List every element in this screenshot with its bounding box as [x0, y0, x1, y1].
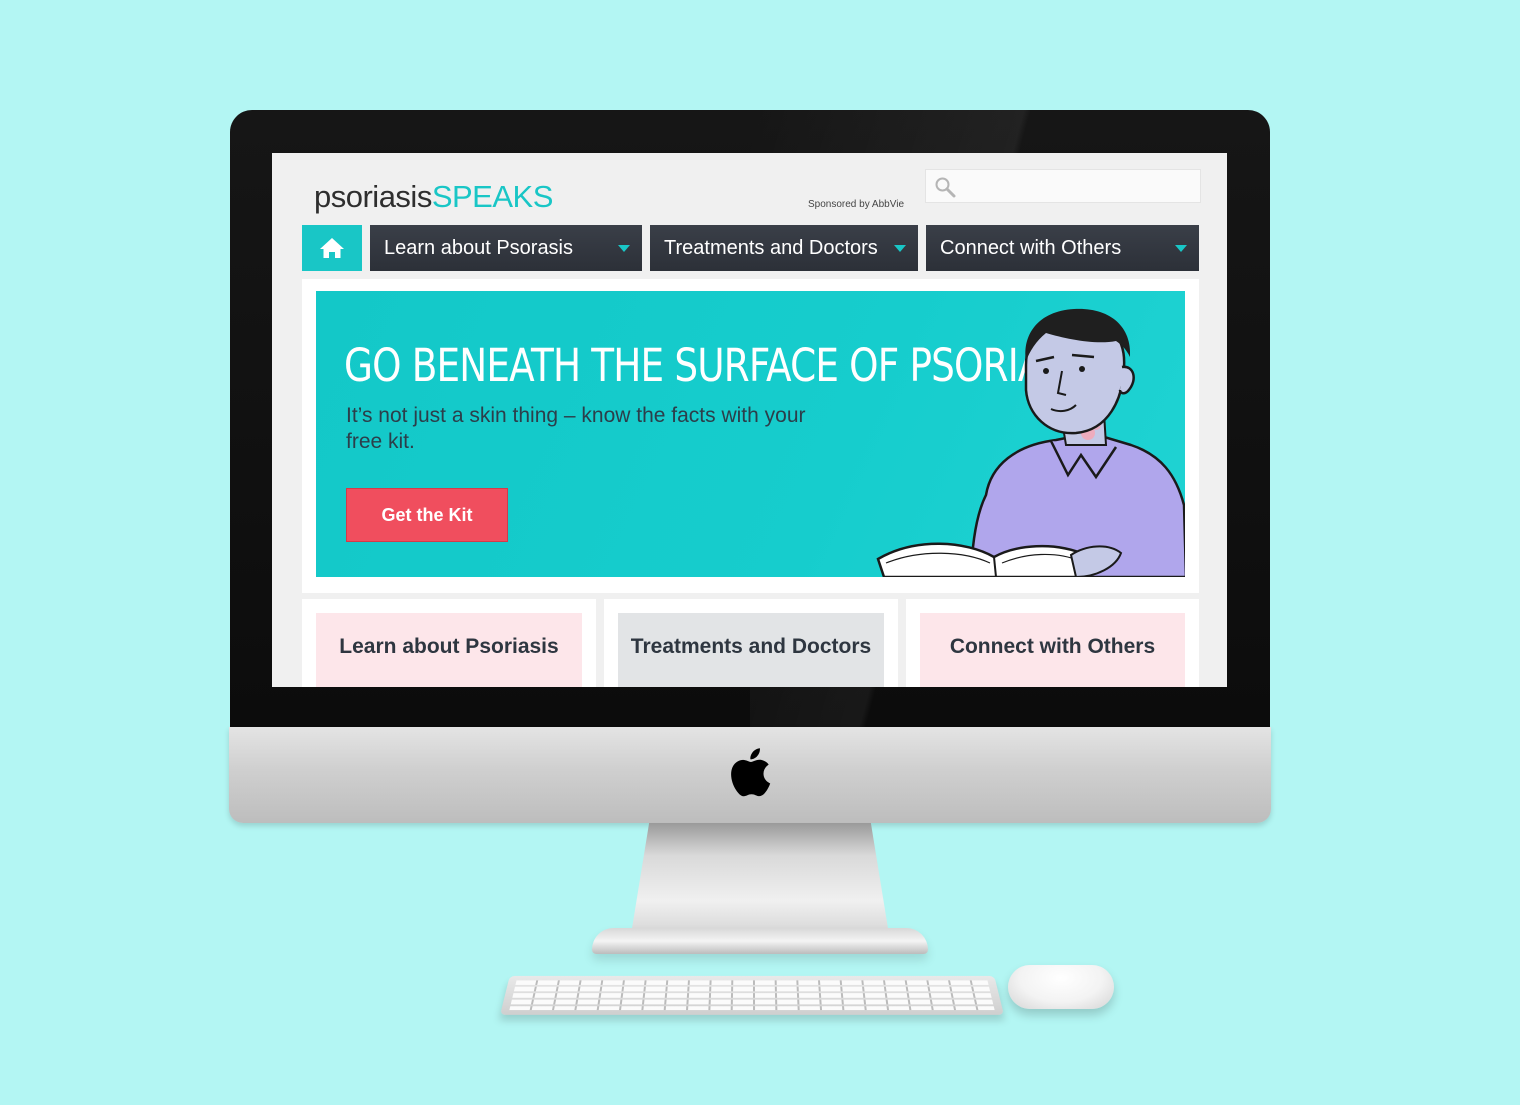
- mouse: [1008, 965, 1114, 1009]
- hero-subtitle: It’s not just a skin thing – know the fa…: [346, 404, 806, 453]
- logo-bold-text: SPEAKS: [431, 179, 554, 214]
- search-input[interactable]: [925, 169, 1201, 203]
- nav-item-connect[interactable]: Connect with Others: [926, 225, 1199, 271]
- home-icon: [320, 238, 344, 258]
- card-container-learn: Learn about Psoriasis: [302, 599, 596, 687]
- chevron-down-icon: [618, 245, 630, 252]
- chevron-down-icon: [894, 245, 906, 252]
- logo-light-text: psoriasis: [314, 179, 432, 214]
- nav-home-button[interactable]: [302, 225, 362, 271]
- apple-logo-icon: [731, 748, 771, 797]
- keyboard: [500, 975, 1004, 1015]
- chevron-down-icon: [1175, 245, 1187, 252]
- website-screen: psoriasisSPEAKS Sponsored by AbbVie Lear…: [272, 153, 1227, 687]
- nav-item-learn[interactable]: Learn about Psorasis: [370, 225, 642, 271]
- nav-item-label: Connect with Others: [940, 237, 1122, 259]
- get-kit-button[interactable]: Get the Kit: [346, 488, 508, 542]
- sponsor-text: Sponsored by AbbVie: [808, 199, 905, 210]
- card-learn[interactable]: Learn about Psoriasis: [316, 613, 582, 687]
- man-reading-illustration: [876, 308, 1185, 577]
- card-treatments[interactable]: Treatments and Doctors: [618, 613, 884, 687]
- card-connect[interactable]: Connect with Others: [920, 613, 1185, 687]
- search-icon[interactable]: [934, 176, 956, 198]
- nav-item-label: Treatments and Doctors: [664, 237, 878, 259]
- hero-banner: GO BENEATH THE SURFACE OF PSORIASIS It’s…: [316, 291, 1185, 577]
- nav-item-treatments[interactable]: Treatments and Doctors: [650, 225, 918, 271]
- card-container-connect: Connect with Others: [906, 599, 1199, 687]
- monitor-stand-foot: [592, 928, 928, 954]
- hero-container: GO BENEATH THE SURFACE OF PSORIASIS It’s…: [302, 279, 1199, 593]
- card-container-treatments: Treatments and Doctors: [604, 599, 898, 687]
- nav-item-label: Learn about Psorasis: [384, 237, 574, 259]
- site-logo[interactable]: psoriasisSPEAKS: [314, 179, 553, 215]
